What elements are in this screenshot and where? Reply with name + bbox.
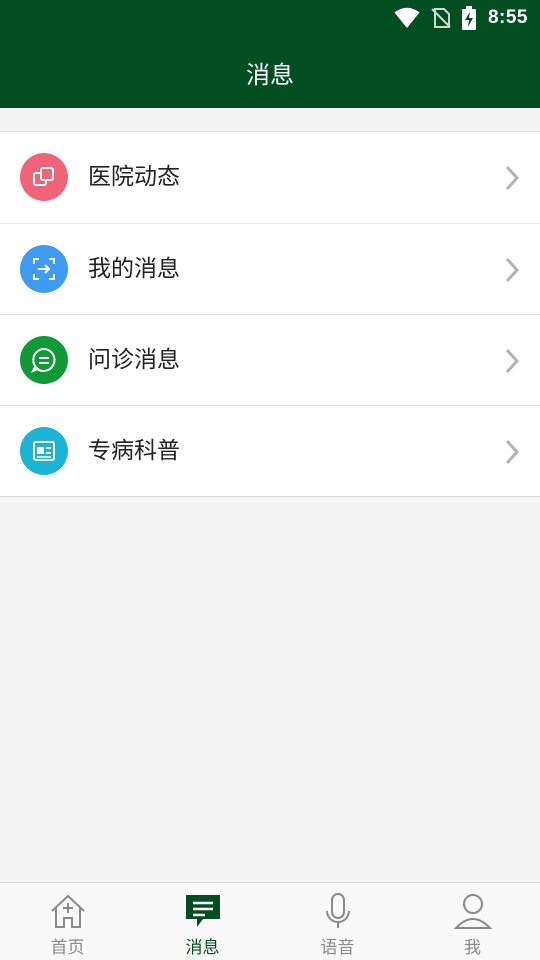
tab-voice[interactable]: 语音 xyxy=(270,883,405,960)
list-item-my-messages[interactable]: 我的消息 xyxy=(0,223,540,314)
list-item-label: 问诊消息 xyxy=(88,347,180,373)
hospital-news-icon xyxy=(20,153,68,201)
tab-me[interactable]: 我 xyxy=(405,883,540,960)
tab-label: 消息 xyxy=(185,938,220,958)
message-category-list: 医院动态 我的消息 问诊消息 专病科普 xyxy=(0,131,540,497)
battery-charging-icon xyxy=(461,6,476,30)
tab-home[interactable]: 首页 xyxy=(0,883,135,960)
chevron-right-icon xyxy=(505,165,520,191)
list-item-label: 专病科普 xyxy=(88,438,180,464)
tab-label: 我 xyxy=(464,938,481,958)
chevron-right-icon xyxy=(505,348,520,374)
consult-chat-icon xyxy=(20,336,68,384)
status-icons: 8:55 xyxy=(394,6,528,30)
app-bar: 消息 xyxy=(0,36,540,108)
list-item-consult-messages[interactable]: 问诊消息 xyxy=(0,314,540,405)
tab-label: 首页 xyxy=(50,938,85,958)
list-item-disease-science[interactable]: 专病科普 xyxy=(0,405,540,496)
status-bar: 8:55 xyxy=(0,0,540,36)
list-item-label: 医院动态 xyxy=(88,164,180,190)
status-time: 8:55 xyxy=(487,7,528,28)
person-icon xyxy=(453,891,493,931)
home-icon xyxy=(48,891,88,931)
chevron-right-icon xyxy=(505,439,520,465)
microphone-icon xyxy=(318,891,358,931)
chevron-right-icon xyxy=(505,257,520,283)
my-message-icon xyxy=(20,245,68,293)
tab-label: 语音 xyxy=(320,938,355,958)
tab-messages[interactable]: 消息 xyxy=(135,883,270,960)
list-item-hospital-news[interactable]: 医院动态 xyxy=(0,132,540,223)
newspaper-icon xyxy=(20,427,68,475)
list-item-label: 我的消息 xyxy=(88,256,180,282)
page-title: 消息 xyxy=(246,60,294,89)
bottom-tab-bar: 首页 消息 语音 我 xyxy=(0,882,540,960)
no-sim-icon xyxy=(431,8,451,28)
wifi-icon xyxy=(394,7,420,28)
message-icon xyxy=(183,891,223,931)
